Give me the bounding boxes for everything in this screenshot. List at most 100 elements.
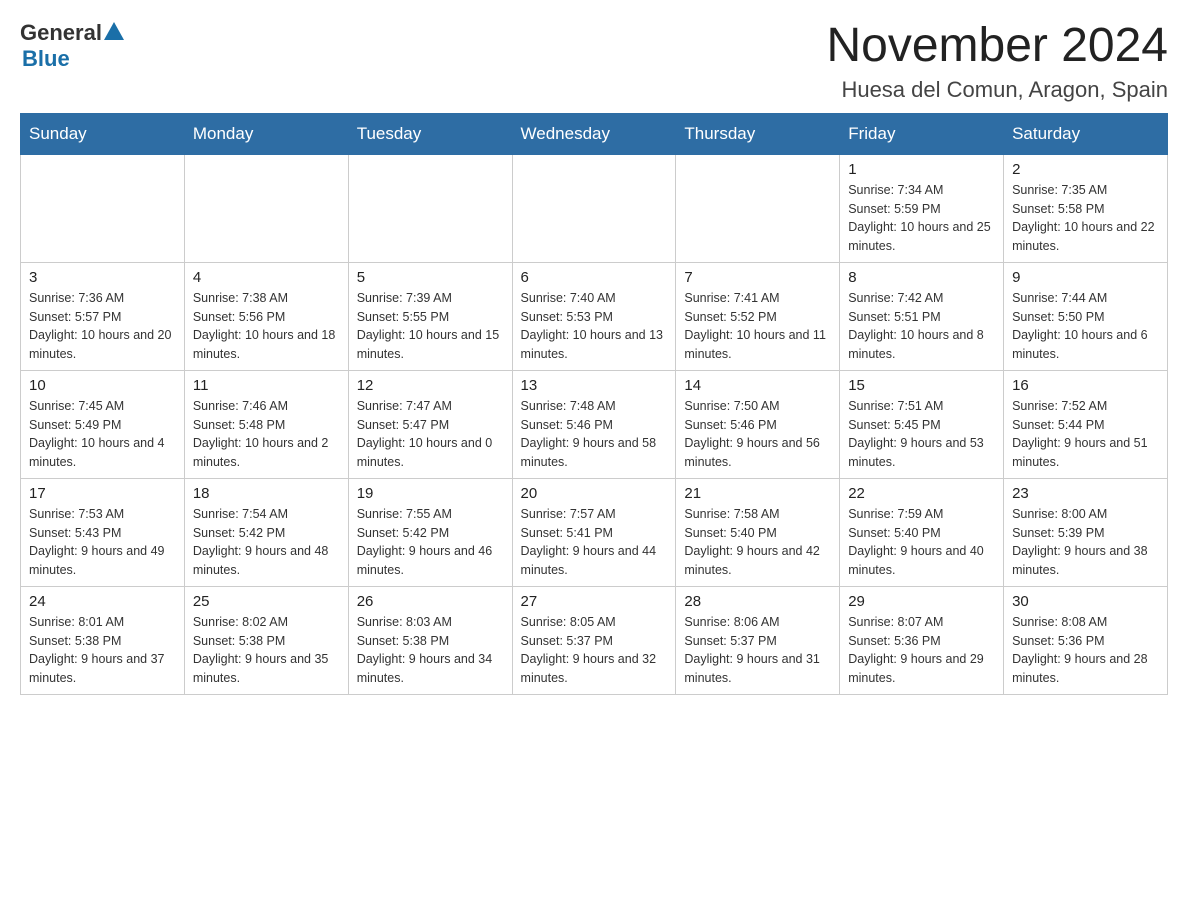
calendar-cell: 2 Sunrise: 7:35 AMSunset: 5:58 PMDaylight… — [1004, 154, 1168, 262]
day-number: 8 — [848, 269, 995, 286]
calendar-cell: 10Sunrise: 7:45 AMSunset: 5:49 PMDayligh… — [21, 370, 185, 478]
calendar-cell: 25 Sunrise: 8:02 AMSunset: 5:38 PMDayligh… — [184, 586, 348, 694]
day-number: 20 — [521, 485, 668, 502]
day-info: Sunrise: 7:57 AMSunset: 5:41 PMDaylight:… — [521, 505, 668, 580]
calendar-cell: 11 Sunrise: 7:46 AMSunset: 5:48 PMDayligh… — [184, 370, 348, 478]
day-info: Sunrise: 7:47 AMSunset: 5:47 PMDaylight:… — [357, 397, 504, 472]
day-info: Sunrise: 7:48 AMSunset: 5:46 PMDaylight:… — [521, 397, 668, 472]
calendar-cell: 17 Sunrise: 7:53 AMSunset: 5:43 PMDayligh… — [21, 478, 185, 586]
day-info: Sunrise: 7:59 AMSunset: 5:40 PMDaylight:… — [848, 505, 995, 580]
day-number: 21 — [684, 485, 831, 502]
day-info: Sunrise: 8:02 AMSunset: 5:38 PMDaylight:… — [193, 613, 340, 688]
day-number: 30 — [1012, 593, 1159, 610]
day-number: 9 — [1012, 269, 1159, 286]
day-number: 13 — [521, 377, 668, 394]
day-number: 25 — [193, 593, 340, 610]
calendar-cell: 14 Sunrise: 7:50 AMSunset: 5:46 PMDayligh… — [676, 370, 840, 478]
calendar-cell: 3 Sunrise: 7:36 AMSunset: 5:57 PMDaylight… — [21, 262, 185, 370]
day-info: Sunrise: 7:55 AMSunset: 5:42 PMDaylight:… — [357, 505, 504, 580]
day-number: 7 — [684, 269, 831, 286]
day-info: Sunrise: 7:41 AMSunset: 5:52 PMDaylight:… — [684, 289, 831, 364]
day-info: Sunrise: 7:35 AMSunset: 5:58 PMDaylight:… — [1012, 181, 1159, 256]
day-info: Sunrise: 7:46 AMSunset: 5:48 PMDaylight:… — [193, 397, 340, 472]
weekday-header-saturday: Saturday — [1004, 113, 1168, 154]
month-title: November 2024 — [826, 20, 1168, 73]
calendar-cell: 27 Sunrise: 8:05 AMSunset: 5:37 PMDayligh… — [512, 586, 676, 694]
day-info: Sunrise: 7:45 AMSunset: 5:49 PMDaylight:… — [29, 397, 176, 472]
logo-triangle-icon — [104, 22, 124, 40]
logo-general-text: General — [20, 20, 102, 46]
day-info: Sunrise: 7:36 AMSunset: 5:57 PMDaylight:… — [29, 289, 176, 364]
day-number: 1 — [848, 161, 995, 178]
calendar-cell: 26 Sunrise: 8:03 AMSunset: 5:38 PMDayligh… — [348, 586, 512, 694]
title-section: November 2024 Huesa del Comun, Aragon, S… — [826, 20, 1168, 103]
calendar-week-row: 1Sunrise: 7:34 AMSunset: 5:59 PMDaylight… — [21, 154, 1168, 262]
calendar-table: SundayMondayTuesdayWednesdayThursdayFrid… — [20, 113, 1168, 695]
day-info: Sunrise: 8:03 AMSunset: 5:38 PMDaylight:… — [357, 613, 504, 688]
day-number: 14 — [684, 377, 831, 394]
day-info: Sunrise: 7:39 AMSunset: 5:55 PMDaylight:… — [357, 289, 504, 364]
calendar-week-row: 3 Sunrise: 7:36 AMSunset: 5:57 PMDaylight… — [21, 262, 1168, 370]
calendar-cell: 24Sunrise: 8:01 AMSunset: 5:38 PMDayligh… — [21, 586, 185, 694]
day-number: 6 — [521, 269, 668, 286]
weekday-header-friday: Friday — [840, 113, 1004, 154]
day-number: 22 — [848, 485, 995, 502]
calendar-cell: 12 Sunrise: 7:47 AMSunset: 5:47 PMDayligh… — [348, 370, 512, 478]
day-number: 5 — [357, 269, 504, 286]
day-number: 19 — [357, 485, 504, 502]
day-info: Sunrise: 8:01 AMSunset: 5:38 PMDaylight:… — [29, 613, 176, 688]
calendar-cell: 4Sunrise: 7:38 AMSunset: 5:56 PMDaylight… — [184, 262, 348, 370]
calendar-cell — [512, 154, 676, 262]
day-number: 4 — [193, 269, 340, 286]
calendar-cell: 28Sunrise: 8:06 AMSunset: 5:37 PMDayligh… — [676, 586, 840, 694]
day-info: Sunrise: 7:53 AMSunset: 5:43 PMDaylight:… — [29, 505, 176, 580]
calendar-cell: 15Sunrise: 7:51 AMSunset: 5:45 PMDayligh… — [840, 370, 1004, 478]
weekday-header-tuesday: Tuesday — [348, 113, 512, 154]
logo: General Blue — [20, 20, 124, 72]
day-info: Sunrise: 8:06 AMSunset: 5:37 PMDaylight:… — [684, 613, 831, 688]
day-number: 16 — [1012, 377, 1159, 394]
logo-blue-text: Blue — [22, 46, 70, 72]
weekday-header-monday: Monday — [184, 113, 348, 154]
calendar-cell: 20 Sunrise: 7:57 AMSunset: 5:41 PMDayligh… — [512, 478, 676, 586]
day-number: 15 — [848, 377, 995, 394]
calendar-cell: 6 Sunrise: 7:40 AMSunset: 5:53 PMDaylight… — [512, 262, 676, 370]
weekday-header-wednesday: Wednesday — [512, 113, 676, 154]
day-info: Sunrise: 7:44 AMSunset: 5:50 PMDaylight:… — [1012, 289, 1159, 364]
day-number: 26 — [357, 593, 504, 610]
day-number: 11 — [193, 377, 340, 394]
day-info: Sunrise: 7:42 AMSunset: 5:51 PMDaylight:… — [848, 289, 995, 364]
calendar-cell: 19 Sunrise: 7:55 AMSunset: 5:42 PMDayligh… — [348, 478, 512, 586]
day-info: Sunrise: 8:08 AMSunset: 5:36 PMDaylight:… — [1012, 613, 1159, 688]
calendar-cell: 16 Sunrise: 7:52 AMSunset: 5:44 PMDayligh… — [1004, 370, 1168, 478]
day-info: Sunrise: 8:05 AMSunset: 5:37 PMDaylight:… — [521, 613, 668, 688]
day-info: Sunrise: 8:00 AMSunset: 5:39 PMDaylight:… — [1012, 505, 1159, 580]
location-subtitle: Huesa del Comun, Aragon, Spain — [826, 77, 1168, 103]
day-info: Sunrise: 7:40 AMSunset: 5:53 PMDaylight:… — [521, 289, 668, 364]
day-info: Sunrise: 8:07 AMSunset: 5:36 PMDaylight:… — [848, 613, 995, 688]
day-number: 12 — [357, 377, 504, 394]
calendar-week-row: 24Sunrise: 8:01 AMSunset: 5:38 PMDayligh… — [21, 586, 1168, 694]
calendar-cell: 23Sunrise: 8:00 AMSunset: 5:39 PMDayligh… — [1004, 478, 1168, 586]
calendar-cell: 7 Sunrise: 7:41 AMSunset: 5:52 PMDaylight… — [676, 262, 840, 370]
day-info: Sunrise: 7:52 AMSunset: 5:44 PMDaylight:… — [1012, 397, 1159, 472]
day-number: 2 — [1012, 161, 1159, 178]
calendar-week-row: 10Sunrise: 7:45 AMSunset: 5:49 PMDayligh… — [21, 370, 1168, 478]
day-info: Sunrise: 7:58 AMSunset: 5:40 PMDaylight:… — [684, 505, 831, 580]
day-number: 18 — [193, 485, 340, 502]
calendar-cell: 8 Sunrise: 7:42 AMSunset: 5:51 PMDaylight… — [840, 262, 1004, 370]
calendar-cell: 21 Sunrise: 7:58 AMSunset: 5:40 PMDayligh… — [676, 478, 840, 586]
day-info: Sunrise: 7:54 AMSunset: 5:42 PMDaylight:… — [193, 505, 340, 580]
calendar-cell — [676, 154, 840, 262]
calendar-cell: 30 Sunrise: 8:08 AMSunset: 5:36 PMDayligh… — [1004, 586, 1168, 694]
calendar-cell: 13 Sunrise: 7:48 AMSunset: 5:46 PMDayligh… — [512, 370, 676, 478]
calendar-cell: 29 Sunrise: 8:07 AMSunset: 5:36 PMDayligh… — [840, 586, 1004, 694]
calendar-cell — [184, 154, 348, 262]
day-number: 3 — [29, 269, 176, 286]
day-info: Sunrise: 7:50 AMSunset: 5:46 PMDaylight:… — [684, 397, 831, 472]
day-number: 17 — [29, 485, 176, 502]
calendar-cell: 22 Sunrise: 7:59 AMSunset: 5:40 PMDayligh… — [840, 478, 1004, 586]
day-number: 27 — [521, 593, 668, 610]
day-number: 29 — [848, 593, 995, 610]
calendar-cell: 5 Sunrise: 7:39 AMSunset: 5:55 PMDaylight… — [348, 262, 512, 370]
